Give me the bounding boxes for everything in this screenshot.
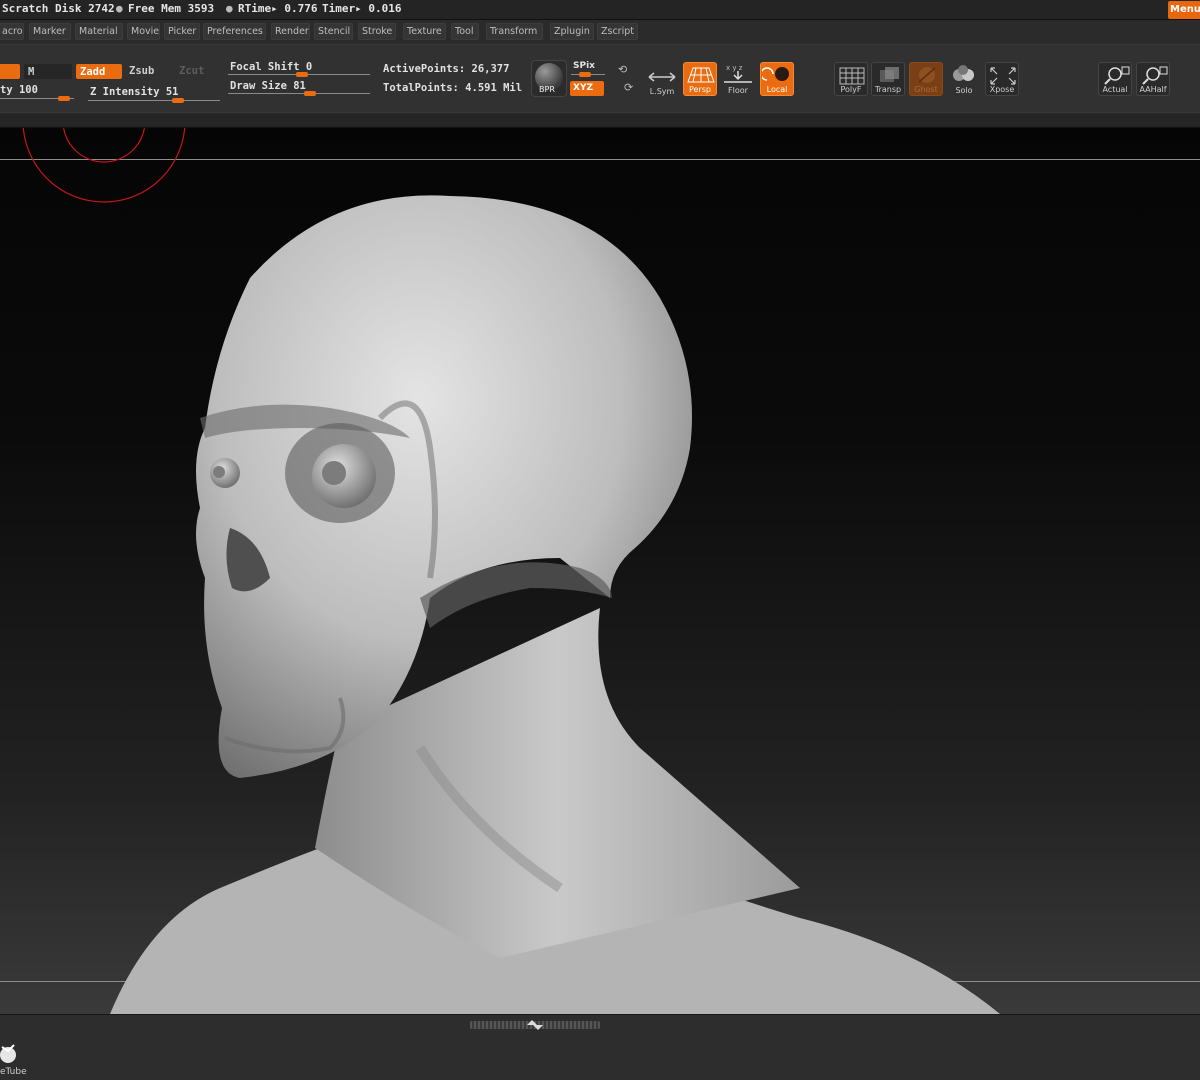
rtime-readout: RTime▸ 0.776 [238,2,318,15]
solo-button[interactable]: Solo [947,62,981,96]
perspective-grid-icon [687,67,715,83]
local-button[interactable]: Local [760,62,794,96]
solo-spheres-icon [953,65,974,81]
floor-label: Floor [728,86,748,95]
polyframe-grid-icon [839,67,865,85]
rotate-z-icon[interactable]: ⟳ [624,81,636,94]
transp-button[interactable]: Transp [871,62,905,96]
actual-button[interactable]: Actual [1098,62,1132,96]
xpose-label: Xpose [989,85,1015,94]
lsym-button[interactable]: L.Sym [645,63,679,97]
floor-button[interactable]: x y z Floor [721,62,755,96]
brush-inner-ring [62,128,146,163]
m-button[interactable]: M [24,64,72,79]
menu-preferences[interactable]: Preferences [203,23,266,40]
menu-marker[interactable]: Marker [29,23,71,40]
bpr-label: BPR [539,85,555,94]
tray-item-icon[interactable] [0,1041,22,1065]
model-right-pupil [322,461,346,485]
tray-item-label: eTube [0,1067,27,1077]
actual-label: Actual [1102,85,1128,94]
menu-picker[interactable]: Picker [164,23,200,40]
polyf-label: PolyF [840,85,862,94]
spix-label: SPix [573,61,595,71]
ghost-icon [918,67,936,83]
menu-button[interactable]: Menu [1168,1,1200,19]
total-points-readout: TotalPoints: 4.591 Mil [383,82,523,94]
active-points-readout: ActivePoints: 26,377 [383,63,510,75]
status-bar: Scratch Disk 2742 ● Free Mem 3593 ● RTim… [0,0,1200,20]
persp-label: Persp [689,85,711,94]
shelf-divider [0,112,1200,128]
mrgb-button[interactable] [0,64,20,79]
svg-text:x y z: x y z [726,64,743,72]
xpose-button[interactable]: Xpose [985,62,1019,96]
bpr-button[interactable]: BPR [531,60,567,97]
tray-toggle-arrows-icon[interactable] [524,1019,546,1031]
menu-material[interactable]: Material [75,23,123,40]
focal-shift-knob[interactable] [296,72,308,77]
polyf-button[interactable]: PolyF [834,62,868,96]
menu-movie[interactable]: Movie [127,23,160,40]
status-separator: ● [116,2,123,15]
menu-stencil[interactable]: Stencil [314,23,353,40]
menu-stroke[interactable]: Stroke [358,23,396,40]
scratch-disk-readout: Scratch Disk 2742 [2,2,115,15]
menu-tool[interactable]: Tool [451,23,479,40]
menu-macro[interactable]: acro [0,23,24,40]
menu-texture[interactable]: Texture [403,23,446,40]
z-intensity-label: Z Intensity 51 [90,86,179,98]
menu-transform[interactable]: Transform [486,23,543,40]
rgb-intensity-knob[interactable] [58,96,70,101]
solo-label: Solo [955,86,973,95]
menu-bar: acro Marker Material Movie Picker Prefer… [0,20,1200,44]
ghost-button[interactable]: Ghost [909,62,943,96]
spix-knob[interactable] [579,72,591,77]
aahalf-button[interactable]: AAHalf [1136,62,1170,96]
local-icon [762,67,789,81]
sculpt-model[interactable] [0,128,1200,1014]
xpose-arrows-icon [990,67,1016,85]
floor-icon: x y z [724,64,752,83]
zadd-button[interactable]: Zadd [76,64,122,79]
lsym-arrows-icon [648,72,676,82]
lsym-label: L.Sym [649,87,675,96]
transparency-icon [880,67,899,82]
zsub-button[interactable]: Zsub [125,63,171,78]
draw-size-knob[interactable] [304,91,316,96]
rotate-icon[interactable]: ⟲ [618,63,630,76]
zcut-button[interactable]: Zcut [175,63,211,78]
rgb-intensity-label: ty 100 [0,84,38,96]
aahalf-label: AAHalf [1139,85,1167,94]
local-label: Local [766,85,788,94]
xyz-label: XYZ [573,83,593,93]
menu-render[interactable]: Render [271,23,310,40]
bottom-tray: eTube [0,1014,1200,1080]
draw-size-slider[interactable] [228,93,370,94]
z-intensity-knob[interactable] [172,98,184,103]
free-mem-readout: Free Mem 3593 [128,2,215,15]
zoom-aahalf-icon [1142,66,1168,85]
persp-button[interactable]: Persp [683,62,717,96]
menu-zscript[interactable]: Zscript [597,23,638,40]
z-intensity-slider[interactable] [88,100,220,101]
draw-size-label: Draw Size 81 [230,80,306,92]
brush-outer-ring [22,128,186,203]
timer-readout: Timer▸ 0.016 [322,2,402,15]
model-left-pupil [213,466,225,478]
status-separator: ● [226,2,233,15]
ghost-label: Ghost [914,85,938,94]
transp-label: Transp [874,85,902,94]
menu-zplugin[interactable]: Zplugin [550,23,594,40]
document-canvas[interactable] [0,128,1200,1014]
zoom-actual-icon [1104,66,1130,85]
top-shelf: M Zadd Zsub Zcut ty 100 Z Intensity 51 F… [0,44,1200,112]
xyz-button[interactable]: XYZ [570,81,604,96]
